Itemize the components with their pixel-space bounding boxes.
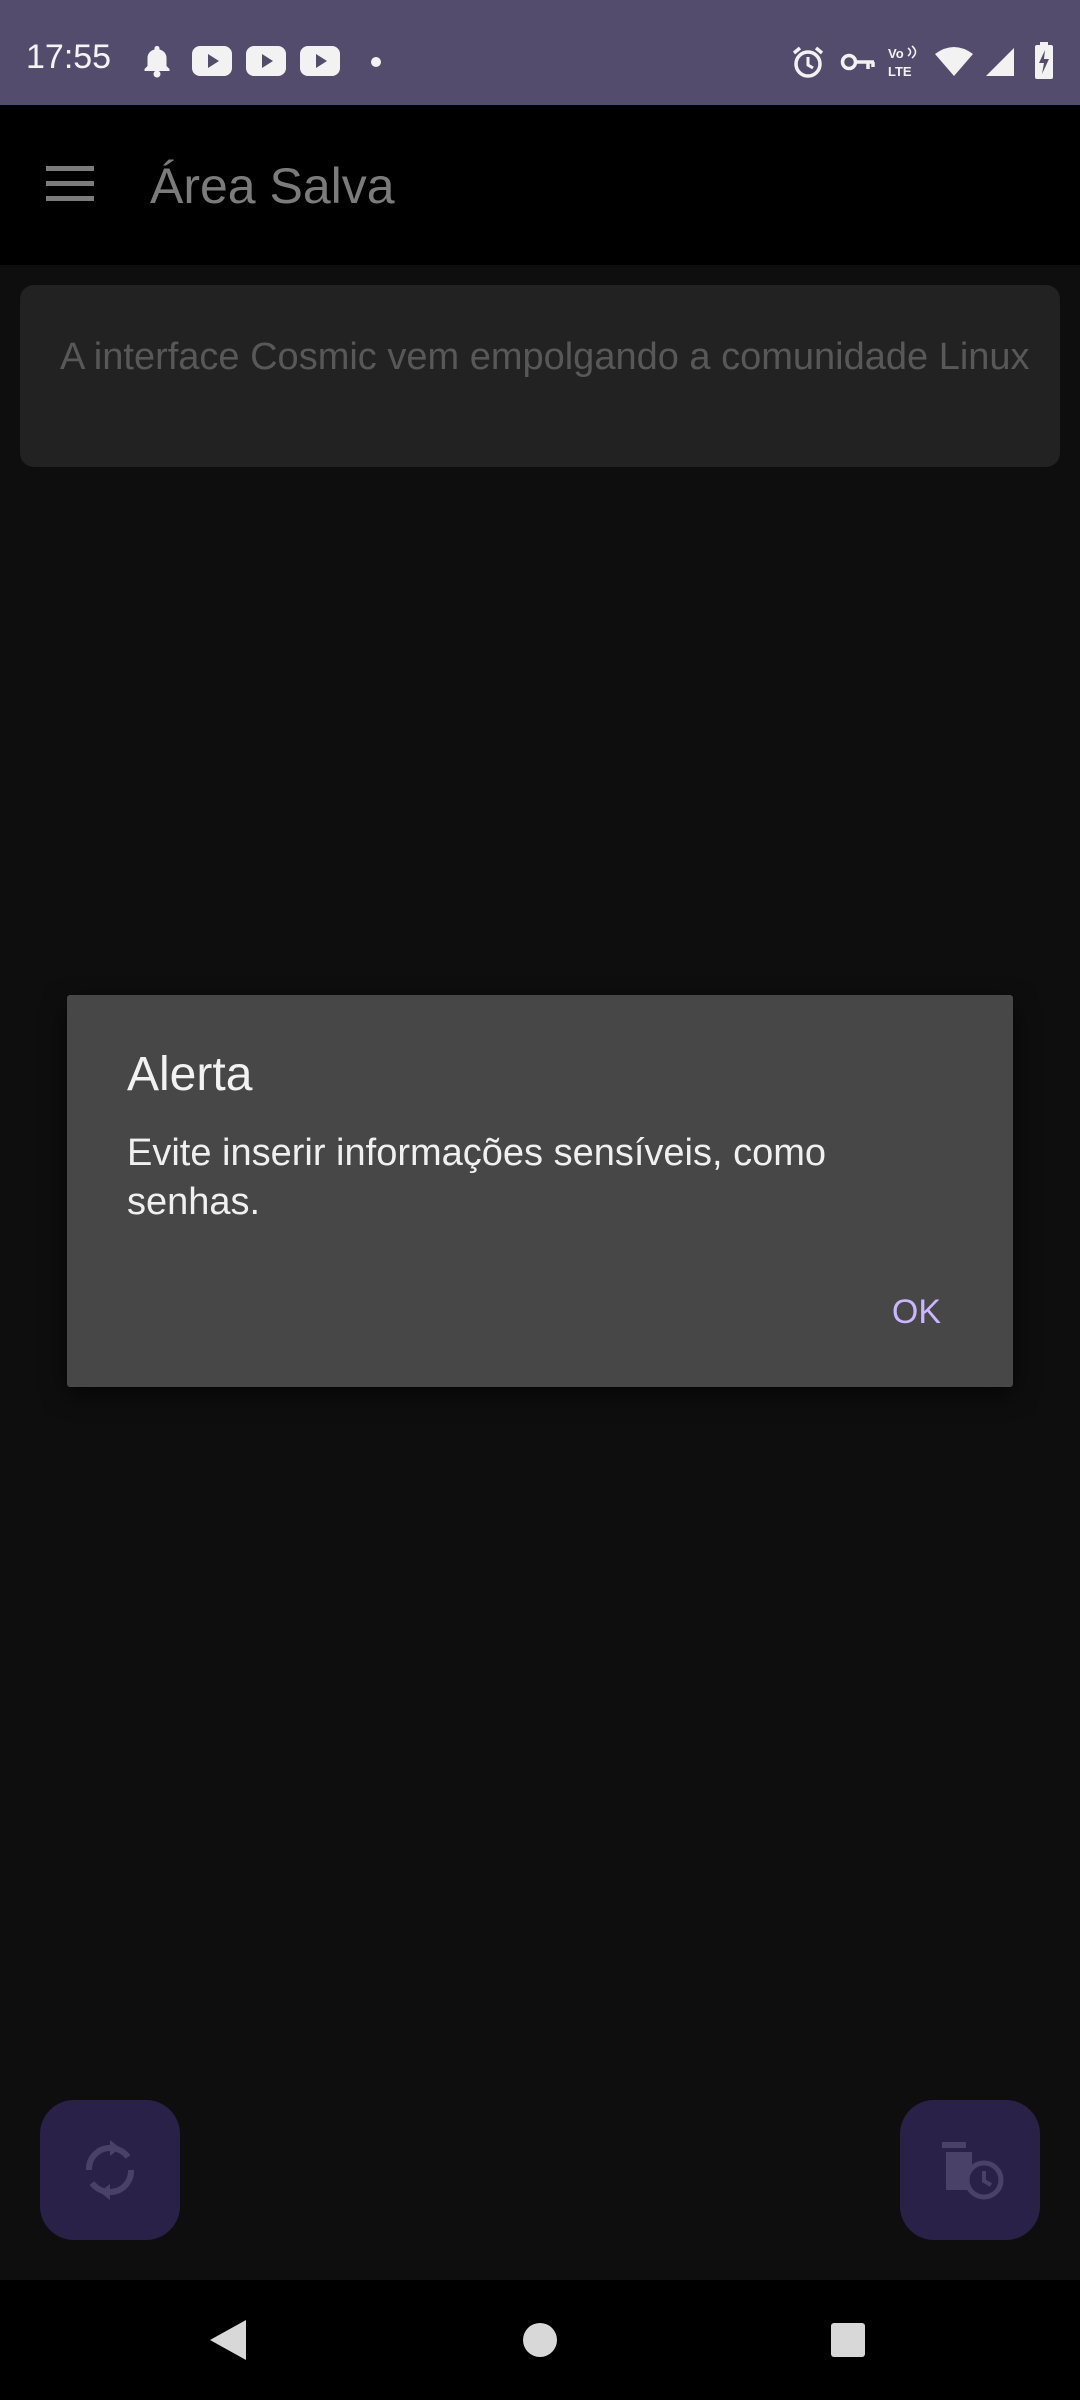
status-bar: 17:55 Vo LTE <box>0 0 1080 105</box>
alert-dialog: Alerta Evite inserir informações sensíve… <box>67 995 1013 1387</box>
back-icon[interactable] <box>168 2280 288 2400</box>
more-notifications-dot-icon <box>371 57 381 67</box>
recents-icon[interactable] <box>788 2280 908 2400</box>
wifi-icon <box>935 47 973 76</box>
refresh-icon <box>86 2140 134 2200</box>
refresh-button[interactable] <box>40 2100 180 2240</box>
notification-bell-icon <box>144 46 170 78</box>
svg-text:Vo: Vo <box>888 46 904 61</box>
battery-charging-icon <box>1035 42 1053 79</box>
app-bar: Área Salva <box>0 105 1080 265</box>
navigation-bar <box>0 2280 1080 2400</box>
delete-schedule-icon <box>942 2142 1004 2200</box>
youtube-icon <box>246 46 286 76</box>
volte-icon: Vo LTE <box>888 45 917 79</box>
delete-schedule-button[interactable] <box>900 2100 1040 2240</box>
youtube-icon <box>300 46 340 76</box>
home-icon[interactable] <box>480 2280 600 2400</box>
dialog-title: Alerta <box>127 1048 253 1101</box>
alarm-icon <box>792 46 824 78</box>
saved-note-card[interactable]: A interface Cosmic vem empolgando a comu… <box>20 285 1060 467</box>
page-title: Área Salva <box>150 158 395 214</box>
svg-text:LTE: LTE <box>888 64 912 79</box>
signal-icon <box>986 48 1014 76</box>
dialog-message: Evite inserir informações sensíveis, com… <box>127 1132 827 1223</box>
youtube-icon <box>192 46 232 76</box>
vpn-key-icon <box>840 53 875 71</box>
screen: 17:55 Vo LTE Área Salva A interface Cosm… <box>0 0 1080 2400</box>
status-time: 17:55 <box>26 38 112 76</box>
saved-note-text: A interface Cosmic vem empolgando a comu… <box>60 336 1030 378</box>
hamburger-menu-icon[interactable] <box>44 164 96 204</box>
ok-button[interactable]: OK <box>892 1295 941 1329</box>
